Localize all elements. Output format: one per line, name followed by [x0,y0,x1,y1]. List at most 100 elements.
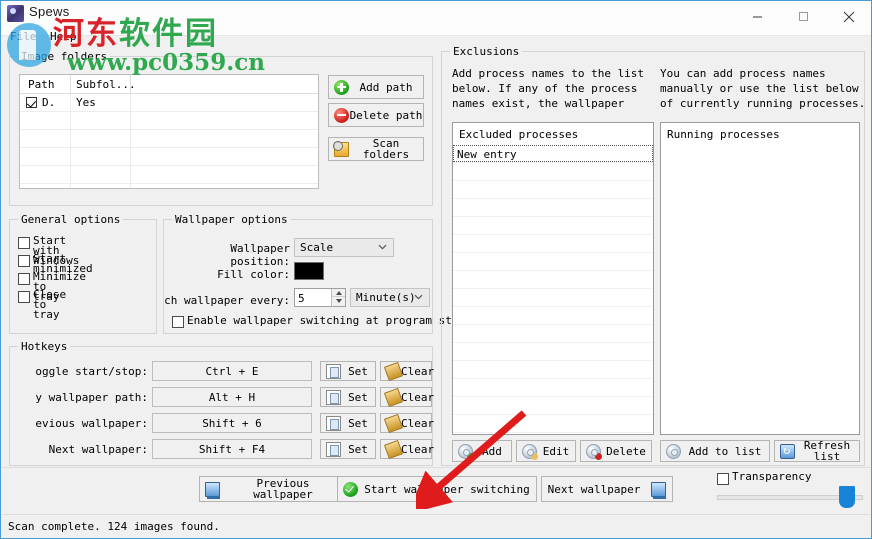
keyboard-icon [326,389,341,405]
selected-list-item[interactable]: New entry [453,145,653,162]
hotkey-value[interactable]: Shift + 6 [152,413,312,433]
delete-path-label: Delete path [349,108,423,122]
list-item-empty [453,343,653,361]
hotkey-clear-button[interactable]: Clear [380,387,435,407]
hotkey-row-copy-wallpaper-path: y wallpaper path: Alt + H Set Clear [10,387,434,409]
scan-folders-label: Scan folders [362,137,410,161]
menu-item-help[interactable]: Help [45,28,82,45]
checkbox-box[interactable] [18,237,30,249]
hotkey-label: Next wallpaper: [48,443,148,456]
hotkey-value[interactable]: Alt + H [152,387,312,407]
hotkey-clear-button[interactable]: Clear [380,439,434,459]
list-item-empty [453,325,653,343]
edit-exclusion-button[interactable]: Edit [516,440,576,462]
refresh-list-button[interactable]: Refresh list [774,440,860,462]
delete-exclusion-button[interactable]: Delete [580,440,652,462]
list-item[interactable]: New entry [453,145,653,163]
excluded-processes-list[interactable]: Excluded processes New entry [452,122,654,435]
running-processes-list[interactable]: Running processes [660,122,860,435]
wallpaper-position-label: Wallpaper position: [230,242,290,268]
checkbox-label: Transparency [732,470,812,483]
keyboard-icon [326,415,341,431]
add-exclusion-button[interactable]: Add [452,440,512,462]
stepper-up-button[interactable] [332,289,345,297]
app-icon [7,5,24,22]
hotkey-set-button[interactable]: Set [320,387,376,407]
wallpaper-position-select[interactable]: Scale [294,238,394,257]
exclusions-description-left: Add process names to the list below. If … [452,67,645,114]
checkbox-box[interactable] [18,291,30,303]
list-item-empty [453,181,653,199]
checkbox-box[interactable] [18,273,30,285]
hotkey-set-button[interactable]: Set [320,361,376,381]
monitor-next-icon [651,481,666,499]
status-text: Scan complete. 124 images found. [8,520,220,533]
column-header-path: Path [28,78,55,91]
column-header-subfolders: Subfol... [76,78,136,91]
running-processes-header: Running processes [667,128,780,141]
interval-unit-select[interactable]: Minute(s) [350,288,430,307]
hotkey-set-button[interactable]: Set [320,439,376,459]
application-window: Spews File Help Image folders Path Subfo… [0,0,872,539]
table-row-empty [20,184,318,188]
minus-circle-icon [334,107,349,123]
add-to-list-button[interactable]: Add to list [660,440,770,462]
list-item-empty [453,289,653,307]
set-label: Set [348,390,368,404]
image-folders-legend: Image folders [18,50,111,63]
close-icon [843,11,855,22]
menu-item-file[interactable]: File [5,28,42,45]
hotkey-row-next-wallpaper: Next wallpaper: Shift + F4 Set Clear [10,439,434,461]
hotkey-clear-button[interactable]: Clear [380,361,434,381]
fill-color-swatch[interactable] [294,262,324,280]
previous-wallpaper-label: Previous wallpaper [253,477,313,501]
set-label: Set [348,442,368,456]
table-row-empty [20,112,318,130]
hotkey-row-toggle-start-stop: oggle start/stop: Ctrl + E Set Clear [10,361,434,383]
interval-stepper[interactable]: 5 [294,288,346,307]
folder-table-header: Path Subfol... [20,75,318,94]
add-to-list-label: Add to list [688,444,762,458]
folder-table[interactable]: Path Subfol... D. Yes [19,74,319,189]
list-item-empty [453,415,653,433]
checkbox-box[interactable] [172,316,184,328]
stepper-buttons[interactable] [331,289,345,306]
checkbox-box[interactable] [717,473,729,485]
add-path-button[interactable]: Add path [328,75,424,99]
checkbox-box[interactable] [18,255,30,267]
hotkey-label: oggle start/stop: [35,365,148,378]
hotkey-value[interactable]: Ctrl + E [152,361,312,381]
window-title: Spews [29,4,70,19]
list-item-empty [453,253,653,271]
clear-label: Clear [401,390,435,404]
hotkey-label: evious wallpaper: [35,417,148,430]
general-options-legend: General options [18,213,124,226]
row-checkbox[interactable] [26,97,37,108]
gear-pencil-icon [522,443,538,460]
table-row[interactable]: D. Yes [20,94,318,112]
list-item-empty [453,217,653,235]
delete-path-button[interactable]: Delete path [328,103,424,127]
start-wallpaper-switching-button[interactable]: Start wallpaper switching [337,476,537,502]
list-item-empty [453,361,653,379]
checkbox-label: Close to tray [33,288,67,321]
fill-color-label: Fill color: [217,268,290,281]
previous-wallpaper-button[interactable]: Previous wallpaper [199,476,347,502]
gear-icon [666,443,681,459]
stepper-down-button[interactable] [332,297,345,305]
set-label: Set [348,416,368,430]
exclusions-group: Exclusions Add process names to the list… [441,45,865,466]
clear-label: Clear [401,416,435,430]
transparency-slider-thumb[interactable] [839,486,855,508]
next-wallpaper-button[interactable]: Next wallpaper [541,476,673,502]
status-bar: Scan complete. 124 images found. [2,514,870,537]
scan-folders-button[interactable]: Scan folders [328,137,424,161]
table-row-empty [20,148,318,166]
hotkey-set-button[interactable]: Set [320,413,376,433]
refresh-icon [780,443,795,459]
general-options-group: General options Start with Windows Start… [9,213,157,334]
hotkey-value[interactable]: Shift + F4 [152,439,312,459]
wallpaper-position-value: Scale [300,241,334,254]
excluded-processes-header: Excluded processes [459,128,579,141]
hotkey-clear-button[interactable]: Clear [380,413,435,433]
